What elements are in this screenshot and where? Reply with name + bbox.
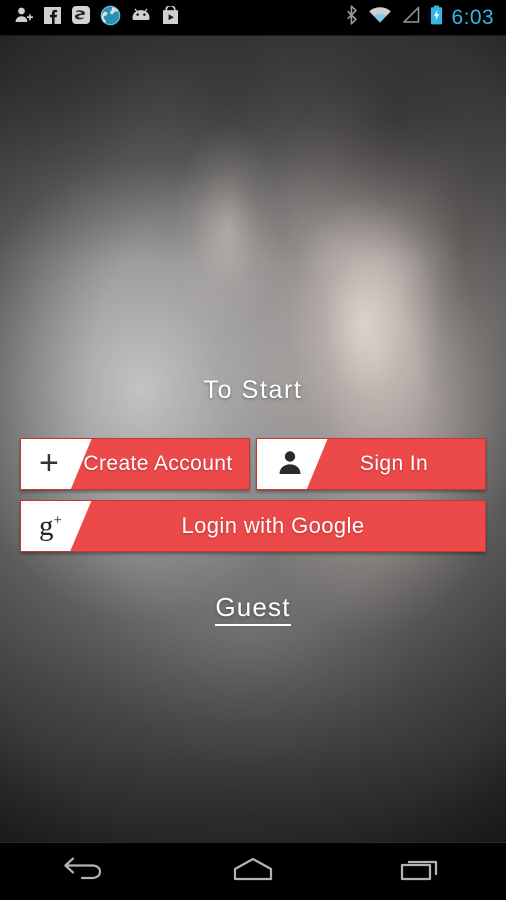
bluetooth-icon	[345, 5, 359, 30]
background-photo: To Start + Create Account Sign In g+ Log…	[0, 36, 506, 842]
plus-icon: +	[39, 443, 59, 482]
phone-screen: 6:03 To Start + Create Account Sign In g…	[0, 0, 506, 900]
back-button[interactable]	[29, 843, 139, 900]
sign-in-button[interactable]: Sign In	[256, 438, 486, 490]
android-icon	[130, 7, 152, 28]
browser-icon	[100, 5, 121, 31]
login-with-google-label: Login with Google	[181, 513, 365, 538]
recents-button[interactable]	[367, 843, 477, 900]
guest-link[interactable]: Guest	[0, 592, 506, 626]
create-account-button[interactable]: + Create Account	[20, 438, 250, 490]
guest-link-label[interactable]: Guest	[215, 592, 291, 626]
page-title: To Start	[203, 376, 303, 404]
play-store-icon	[161, 4, 180, 30]
google-plus-icon: g+	[39, 509, 62, 542]
login-with-google-button[interactable]: g+ Login with Google	[20, 500, 486, 552]
status-bar-notification-icons	[0, 4, 180, 31]
home-button[interactable]	[198, 843, 308, 900]
recents-icon	[396, 854, 448, 889]
status-bar: 6:03	[0, 0, 506, 36]
status-bar-system-icons: 6:03	[345, 5, 506, 30]
google-action-row: g+ Login with Google	[20, 500, 486, 552]
status-bar-clock: 6:03	[451, 6, 494, 29]
login-screen-ui: To Start + Create Account Sign In g+ Log…	[0, 36, 506, 842]
back-icon	[60, 854, 108, 889]
wifi-icon	[368, 6, 392, 29]
app-notification-icon	[71, 5, 91, 30]
android-navigation-bar	[0, 842, 506, 900]
home-icon	[225, 854, 281, 889]
battery-charging-icon	[430, 5, 443, 30]
signal-icon	[401, 6, 421, 29]
primary-action-row: + Create Account Sign In	[20, 438, 486, 490]
facebook-icon	[43, 6, 62, 30]
add-contact-icon	[14, 5, 34, 30]
person-icon	[275, 447, 305, 481]
